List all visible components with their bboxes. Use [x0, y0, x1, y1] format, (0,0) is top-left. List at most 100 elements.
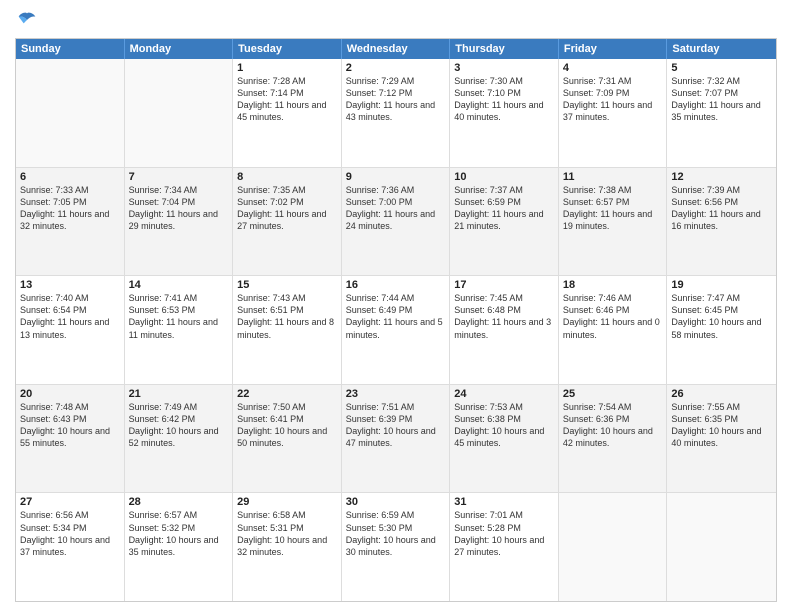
day-number: 12	[671, 171, 772, 183]
logo-bird-icon	[17, 10, 37, 30]
calendar-body: 1Sunrise: 7:28 AM Sunset: 7:14 PM Daylig…	[16, 59, 776, 601]
cell-text: Sunrise: 7:54 AM Sunset: 6:36 PM Dayligh…	[563, 401, 663, 450]
logo	[15, 10, 39, 30]
cell-text: Sunrise: 7:43 AM Sunset: 6:51 PM Dayligh…	[237, 292, 337, 341]
page: SundayMondayTuesdayWednesdayThursdayFrid…	[0, 0, 792, 612]
day-number: 11	[563, 171, 663, 183]
calendar-header-row: SundayMondayTuesdayWednesdayThursdayFrid…	[16, 39, 776, 59]
cell-text: Sunrise: 7:37 AM Sunset: 6:59 PM Dayligh…	[454, 184, 554, 233]
day-number: 9	[346, 171, 446, 183]
calendar-cell: 4Sunrise: 7:31 AM Sunset: 7:09 PM Daylig…	[559, 59, 668, 167]
day-number: 20	[20, 388, 120, 400]
day-number: 27	[20, 496, 120, 508]
header	[15, 10, 777, 30]
cell-text: Sunrise: 7:29 AM Sunset: 7:12 PM Dayligh…	[346, 75, 446, 124]
calendar-cell: 2Sunrise: 7:29 AM Sunset: 7:12 PM Daylig…	[342, 59, 451, 167]
day-number: 29	[237, 496, 337, 508]
logo-area	[15, 10, 39, 30]
day-number: 4	[563, 62, 663, 74]
cell-text: Sunrise: 7:53 AM Sunset: 6:38 PM Dayligh…	[454, 401, 554, 450]
day-number: 5	[671, 62, 772, 74]
calendar-cell: 27Sunrise: 6:56 AM Sunset: 5:34 PM Dayli…	[16, 493, 125, 601]
cell-text: Sunrise: 7:38 AM Sunset: 6:57 PM Dayligh…	[563, 184, 663, 233]
cell-text: Sunrise: 7:50 AM Sunset: 6:41 PM Dayligh…	[237, 401, 337, 450]
day-number: 22	[237, 388, 337, 400]
cell-text: Sunrise: 7:51 AM Sunset: 6:39 PM Dayligh…	[346, 401, 446, 450]
cell-text: Sunrise: 6:57 AM Sunset: 5:32 PM Dayligh…	[129, 509, 229, 558]
cell-text: Sunrise: 7:39 AM Sunset: 6:56 PM Dayligh…	[671, 184, 772, 233]
cell-text: Sunrise: 7:48 AM Sunset: 6:43 PM Dayligh…	[20, 401, 120, 450]
calendar-row: 20Sunrise: 7:48 AM Sunset: 6:43 PM Dayli…	[16, 385, 776, 494]
day-number: 25	[563, 388, 663, 400]
calendar-cell: 16Sunrise: 7:44 AM Sunset: 6:49 PM Dayli…	[342, 276, 451, 384]
cell-text: Sunrise: 6:59 AM Sunset: 5:30 PM Dayligh…	[346, 509, 446, 558]
day-number: 23	[346, 388, 446, 400]
calendar-row: 13Sunrise: 7:40 AM Sunset: 6:54 PM Dayli…	[16, 276, 776, 385]
cell-text: Sunrise: 7:28 AM Sunset: 7:14 PM Dayligh…	[237, 75, 337, 124]
cell-text: Sunrise: 7:35 AM Sunset: 7:02 PM Dayligh…	[237, 184, 337, 233]
day-number: 19	[671, 279, 772, 291]
day-number: 18	[563, 279, 663, 291]
day-number: 17	[454, 279, 554, 291]
calendar-cell: 26Sunrise: 7:55 AM Sunset: 6:35 PM Dayli…	[667, 385, 776, 493]
cell-text: Sunrise: 7:36 AM Sunset: 7:00 PM Dayligh…	[346, 184, 446, 233]
calendar-cell: 30Sunrise: 6:59 AM Sunset: 5:30 PM Dayli…	[342, 493, 451, 601]
day-number: 31	[454, 496, 554, 508]
calendar-cell: 31Sunrise: 7:01 AM Sunset: 5:28 PM Dayli…	[450, 493, 559, 601]
day-number: 3	[454, 62, 554, 74]
calendar-row: 1Sunrise: 7:28 AM Sunset: 7:14 PM Daylig…	[16, 59, 776, 168]
calendar-cell: 15Sunrise: 7:43 AM Sunset: 6:51 PM Dayli…	[233, 276, 342, 384]
calendar-cell	[667, 493, 776, 601]
calendar-cell: 20Sunrise: 7:48 AM Sunset: 6:43 PM Dayli…	[16, 385, 125, 493]
calendar-cell: 23Sunrise: 7:51 AM Sunset: 6:39 PM Dayli…	[342, 385, 451, 493]
calendar-row: 27Sunrise: 6:56 AM Sunset: 5:34 PM Dayli…	[16, 493, 776, 601]
cell-text: Sunrise: 7:32 AM Sunset: 7:07 PM Dayligh…	[671, 75, 772, 124]
day-number: 2	[346, 62, 446, 74]
calendar-cell: 3Sunrise: 7:30 AM Sunset: 7:10 PM Daylig…	[450, 59, 559, 167]
calendar-cell: 19Sunrise: 7:47 AM Sunset: 6:45 PM Dayli…	[667, 276, 776, 384]
cell-text: Sunrise: 7:49 AM Sunset: 6:42 PM Dayligh…	[129, 401, 229, 450]
cell-text: Sunrise: 7:40 AM Sunset: 6:54 PM Dayligh…	[20, 292, 120, 341]
calendar-cell: 9Sunrise: 7:36 AM Sunset: 7:00 PM Daylig…	[342, 168, 451, 276]
cell-text: Sunrise: 7:41 AM Sunset: 6:53 PM Dayligh…	[129, 292, 229, 341]
day-number: 24	[454, 388, 554, 400]
cell-text: Sunrise: 6:56 AM Sunset: 5:34 PM Dayligh…	[20, 509, 120, 558]
calendar-cell: 10Sunrise: 7:37 AM Sunset: 6:59 PM Dayli…	[450, 168, 559, 276]
cell-text: Sunrise: 6:58 AM Sunset: 5:31 PM Dayligh…	[237, 509, 337, 558]
day-number: 21	[129, 388, 229, 400]
calendar-header-day: Friday	[559, 39, 668, 59]
cell-text: Sunrise: 7:30 AM Sunset: 7:10 PM Dayligh…	[454, 75, 554, 124]
cell-text: Sunrise: 7:01 AM Sunset: 5:28 PM Dayligh…	[454, 509, 554, 558]
calendar-header-day: Wednesday	[342, 39, 451, 59]
calendar-cell: 11Sunrise: 7:38 AM Sunset: 6:57 PM Dayli…	[559, 168, 668, 276]
day-number: 6	[20, 171, 120, 183]
calendar-cell: 22Sunrise: 7:50 AM Sunset: 6:41 PM Dayli…	[233, 385, 342, 493]
calendar-cell: 6Sunrise: 7:33 AM Sunset: 7:05 PM Daylig…	[16, 168, 125, 276]
calendar-cell: 1Sunrise: 7:28 AM Sunset: 7:14 PM Daylig…	[233, 59, 342, 167]
day-number: 14	[129, 279, 229, 291]
day-number: 30	[346, 496, 446, 508]
cell-text: Sunrise: 7:55 AM Sunset: 6:35 PM Dayligh…	[671, 401, 772, 450]
day-number: 13	[20, 279, 120, 291]
calendar-header-day: Saturday	[667, 39, 776, 59]
day-number: 7	[129, 171, 229, 183]
cell-text: Sunrise: 7:47 AM Sunset: 6:45 PM Dayligh…	[671, 292, 772, 341]
calendar-cell: 18Sunrise: 7:46 AM Sunset: 6:46 PM Dayli…	[559, 276, 668, 384]
calendar-cell: 24Sunrise: 7:53 AM Sunset: 6:38 PM Dayli…	[450, 385, 559, 493]
cell-text: Sunrise: 7:46 AM Sunset: 6:46 PM Dayligh…	[563, 292, 663, 341]
calendar-header-day: Sunday	[16, 39, 125, 59]
calendar-cell: 21Sunrise: 7:49 AM Sunset: 6:42 PM Dayli…	[125, 385, 234, 493]
calendar-cell: 7Sunrise: 7:34 AM Sunset: 7:04 PM Daylig…	[125, 168, 234, 276]
calendar-cell: 8Sunrise: 7:35 AM Sunset: 7:02 PM Daylig…	[233, 168, 342, 276]
calendar-cell: 28Sunrise: 6:57 AM Sunset: 5:32 PM Dayli…	[125, 493, 234, 601]
calendar: SundayMondayTuesdayWednesdayThursdayFrid…	[15, 38, 777, 602]
calendar-row: 6Sunrise: 7:33 AM Sunset: 7:05 PM Daylig…	[16, 168, 776, 277]
calendar-cell	[125, 59, 234, 167]
calendar-cell: 12Sunrise: 7:39 AM Sunset: 6:56 PM Dayli…	[667, 168, 776, 276]
calendar-cell: 14Sunrise: 7:41 AM Sunset: 6:53 PM Dayli…	[125, 276, 234, 384]
cell-text: Sunrise: 7:34 AM Sunset: 7:04 PM Dayligh…	[129, 184, 229, 233]
day-number: 8	[237, 171, 337, 183]
calendar-cell: 29Sunrise: 6:58 AM Sunset: 5:31 PM Dayli…	[233, 493, 342, 601]
day-number: 1	[237, 62, 337, 74]
cell-text: Sunrise: 7:31 AM Sunset: 7:09 PM Dayligh…	[563, 75, 663, 124]
